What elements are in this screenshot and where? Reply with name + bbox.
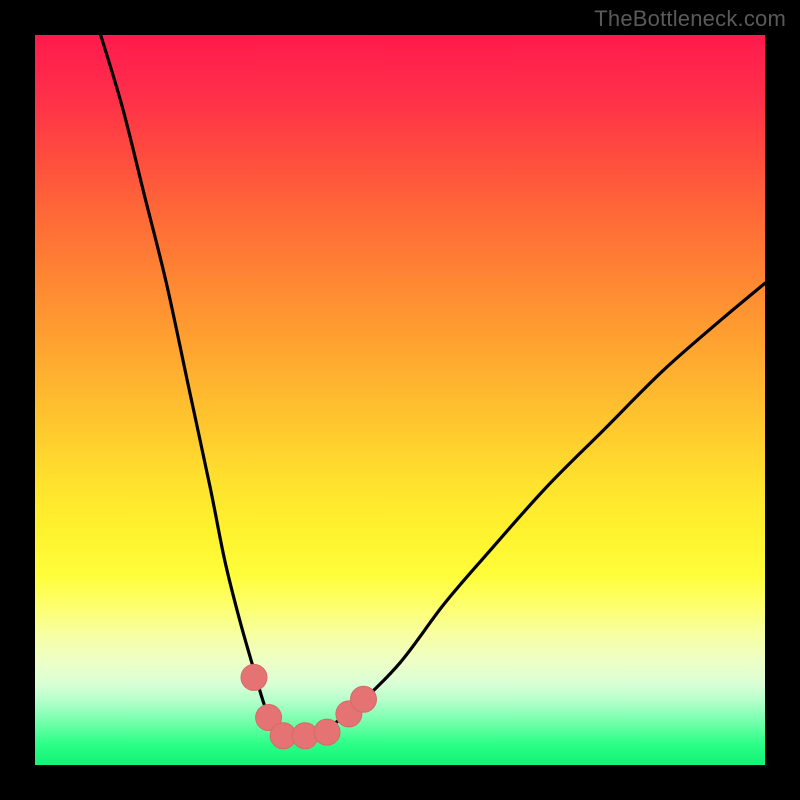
watermark-text: TheBottleneck.com [594,6,786,32]
bottleneck-curve-path [101,35,765,736]
chart-svg [35,35,765,765]
plot-area [35,35,765,765]
marker-bottom-right [314,719,340,745]
chart-frame: TheBottleneck.com [0,0,800,800]
marker-left-outer [241,664,267,690]
curve-group [101,35,765,736]
marker-right-outer [351,686,377,712]
curve-markers-group [241,664,377,748]
